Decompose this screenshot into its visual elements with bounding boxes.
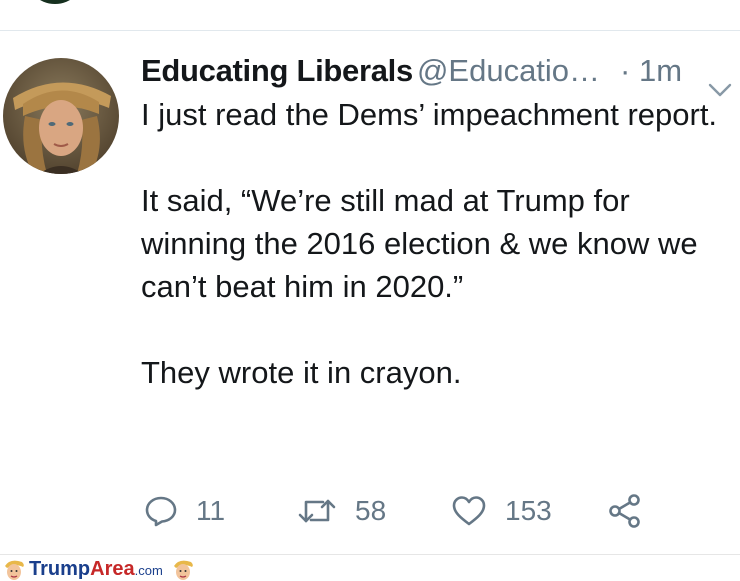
reply-button[interactable]: 11	[144, 489, 225, 533]
time-separator: ·	[620, 53, 631, 88]
user-handle[interactable]: @Educatio…	[417, 53, 600, 88]
share-icon	[607, 493, 643, 529]
heart-icon	[451, 494, 487, 528]
tweet-paragraph: It said, “We’re still mad at Trump for w…	[141, 183, 698, 304]
trump-face-icon	[5, 560, 24, 580]
retweet-count: 58	[355, 495, 387, 526]
chevron-down-icon[interactable]	[708, 65, 732, 97]
tweet-timestamp[interactable]: 1m	[639, 53, 682, 88]
like-count: 153	[505, 495, 552, 526]
avatar[interactable]	[3, 58, 119, 174]
retweet-icon	[297, 494, 337, 528]
display-name[interactable]: Educating Liberals	[141, 53, 413, 88]
tweet-body: I just read the Dems’ impeachment report…	[141, 93, 736, 437]
tweet-page: Educating Liberals @Educatio… · 1m I just …	[0, 0, 740, 581]
trumparea-logo[interactable]: TrumpArea.com	[2, 556, 195, 581]
tweet-header: Educating Liberals @Educatio… · 1m	[141, 48, 736, 97]
avatar-image	[3, 58, 119, 174]
reply-icon	[144, 494, 178, 528]
tweet-paragraph: They wrote it in crayon.	[141, 355, 462, 390]
retweet-button[interactable]: 58	[297, 489, 386, 533]
like-button[interactable]: 153	[451, 489, 552, 533]
watermark-bar: TrumpArea.com	[0, 554, 740, 581]
tweet-actions: 11 58 153	[144, 489, 734, 533]
previous-tweet-avatar[interactable]	[25, 0, 85, 4]
previous-tweet-edge	[0, 0, 740, 31]
reply-count: 11	[196, 495, 226, 526]
trump-face-icon	[173, 560, 193, 580]
footer-brand: TrumpArea.com	[29, 557, 163, 580]
tweet-paragraph: I just read the Dems’ impeachment report…	[141, 97, 718, 132]
share-button[interactable]	[607, 489, 643, 533]
